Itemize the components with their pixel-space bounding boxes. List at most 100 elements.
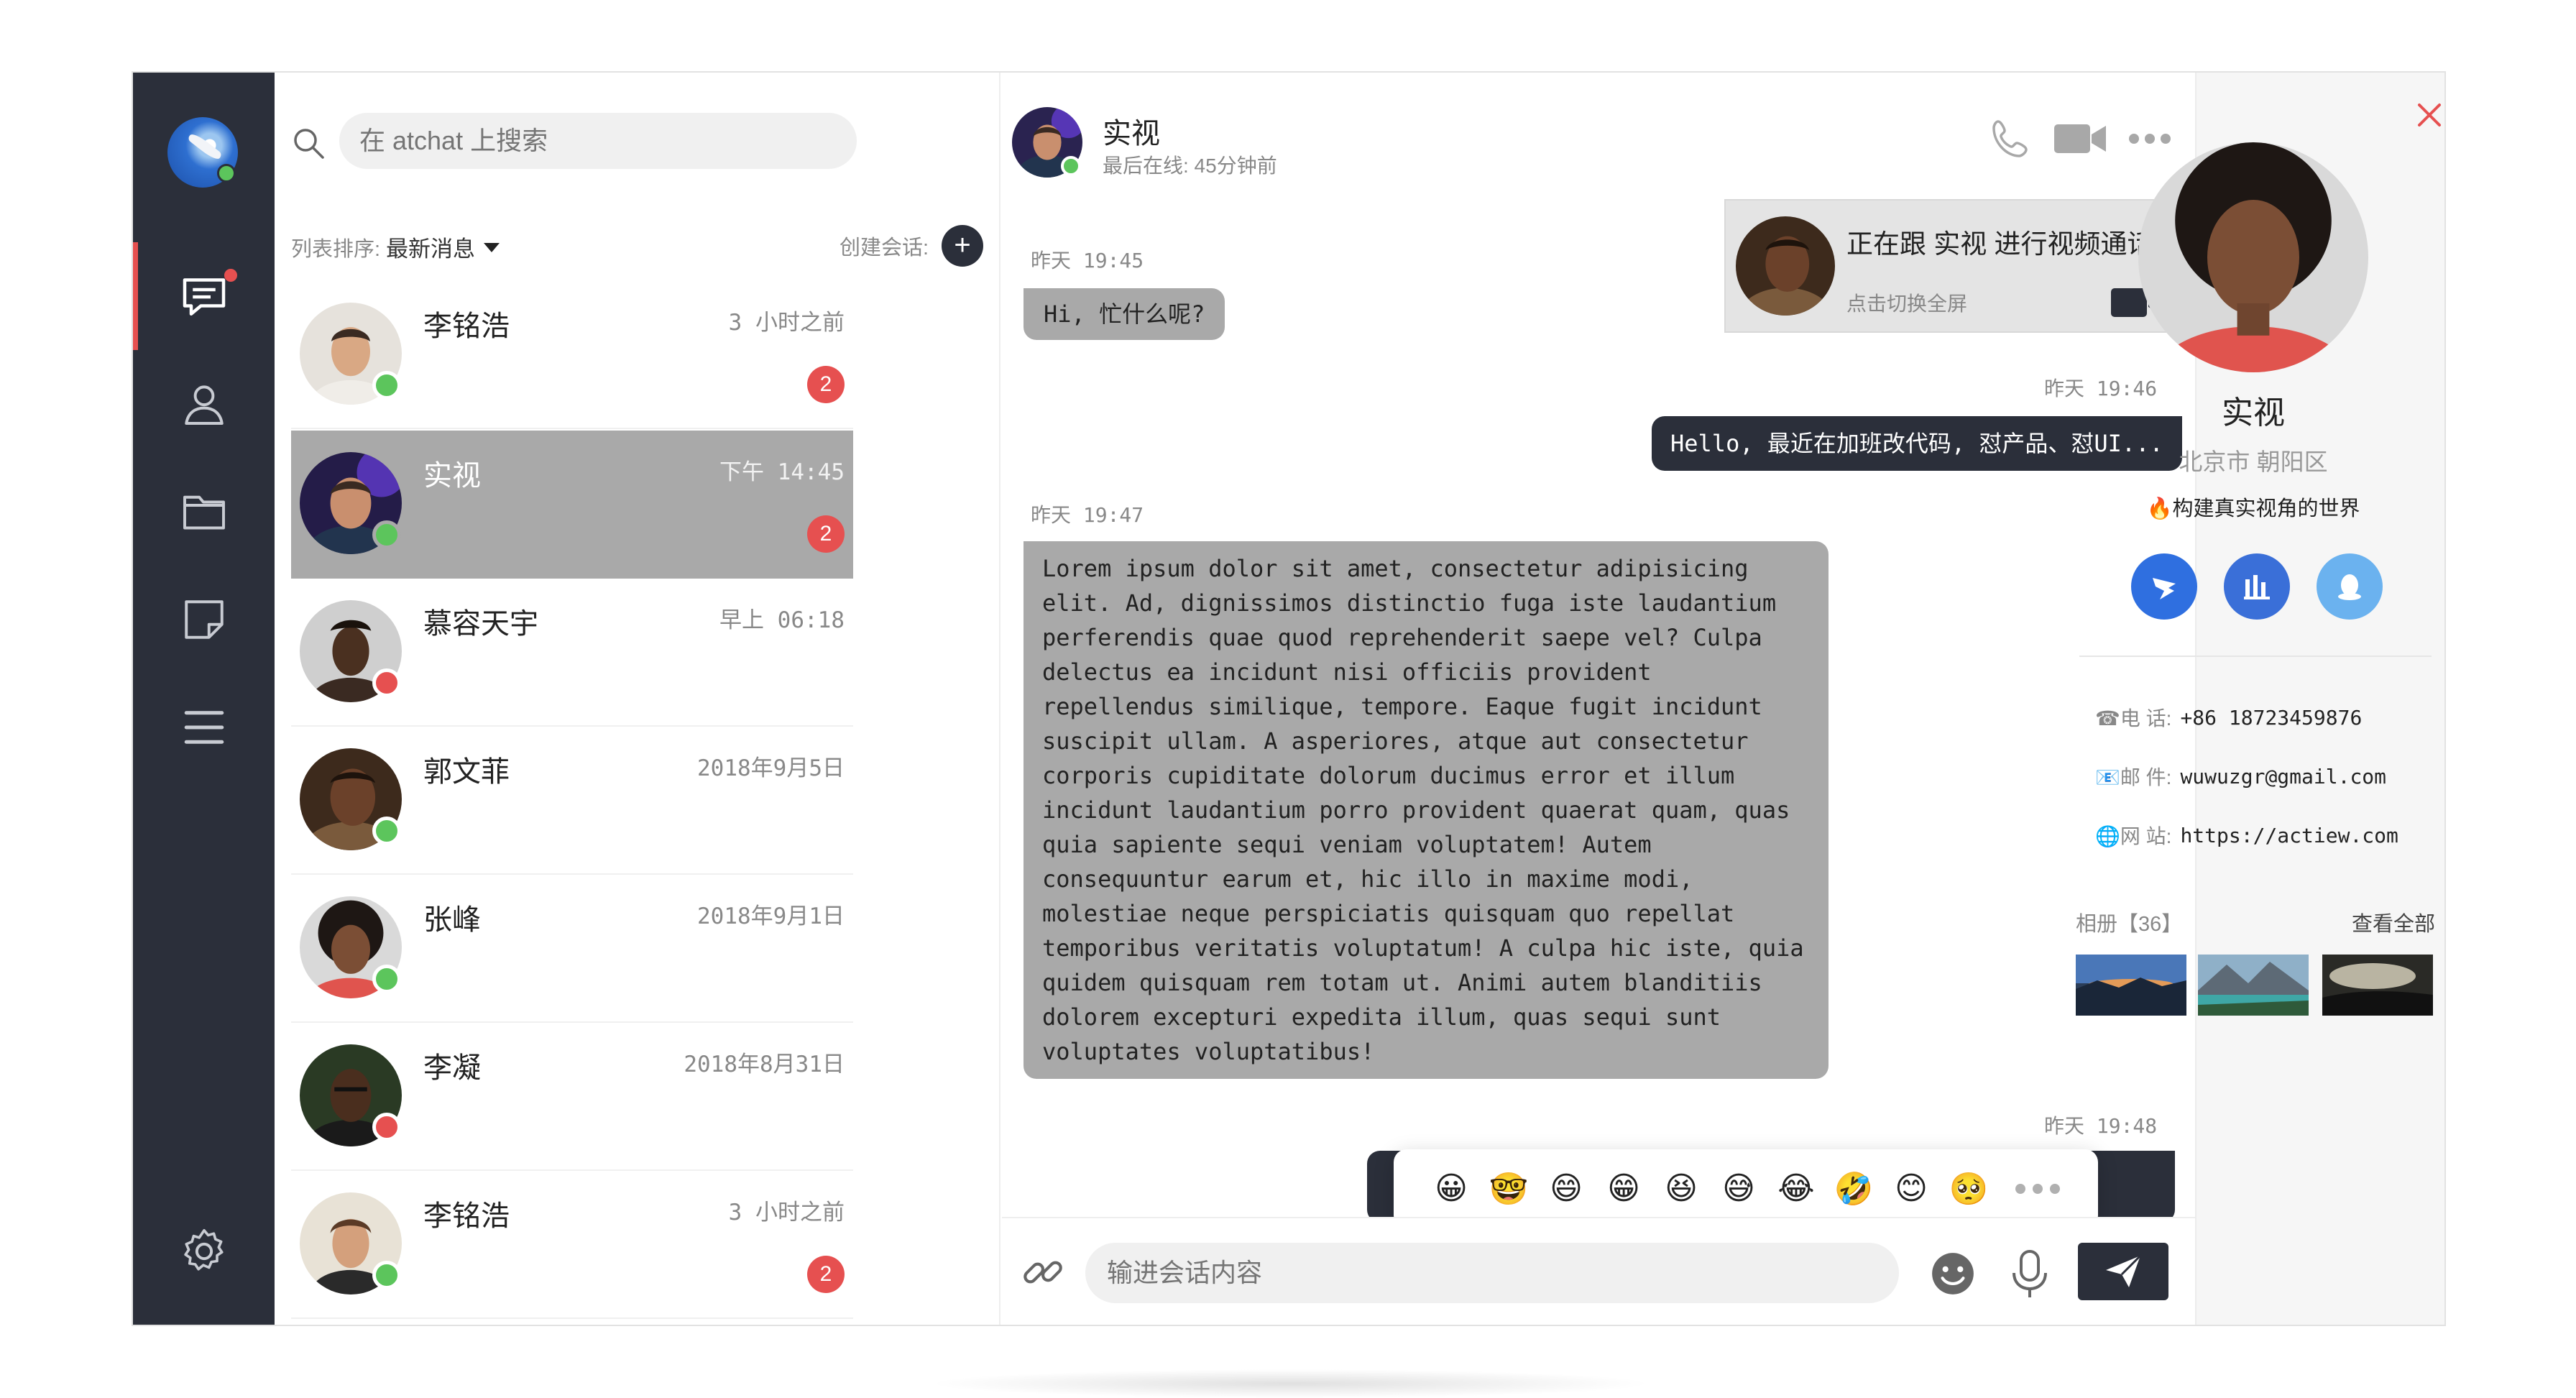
search-input[interactable]	[339, 113, 857, 169]
profile-website[interactable]: https://actiew.com	[2180, 824, 2398, 847]
profile-phone-row: ☎电 话: +86 18723459876	[2095, 703, 2362, 732]
social-link-qq[interactable]	[2317, 553, 2383, 620]
more-emoji-icon[interactable]	[2012, 1184, 2064, 1194]
emoji-option[interactable]: 😅	[1710, 1170, 1767, 1208]
nav-contacts[interactable]	[133, 350, 275, 458]
emoji-option[interactable]: 😂	[1767, 1170, 1825, 1208]
social-link-stats[interactable]	[2224, 553, 2290, 620]
qq-penguin-icon	[2338, 574, 2361, 600]
conversation-time: 2018年9月5日	[697, 755, 845, 781]
bar-chart-icon	[2244, 575, 2270, 599]
album-photo[interactable]	[2198, 955, 2309, 1016]
contacts-icon	[184, 385, 224, 425]
attachment-link-icon[interactable]	[1019, 1248, 1067, 1296]
profile-motto: 🔥构建真实视角的世界	[2146, 497, 2360, 520]
notes-icon	[184, 600, 224, 639]
conversation-item[interactable]: 慕容天宇 早上 06:18	[291, 579, 853, 727]
emoji-option[interactable]: 😊	[1882, 1170, 1940, 1208]
chat-panel: 实视 最后在线: 45分钟前 正在跟 实视 进行视频通话 点击切换全屏 昨天 1…	[1002, 73, 2195, 1325]
conversation-list-panel: 列表排序: 最新消息 创建会话: + 李铭浩 3 小时之前 2 实视 下午 14:45 2…	[275, 73, 1000, 1325]
emoji-list: 😀 🤓 😄 😁 😆 😅 😂 🤣 😊 🥺	[1422, 1170, 1997, 1208]
caret-down-icon[interactable]	[484, 243, 500, 252]
video-call-subtitle: 点击切换全屏	[1846, 293, 1968, 315]
contact-name: 实视	[423, 460, 481, 492]
nav-chats[interactable]	[133, 242, 275, 350]
profile-name: 实视	[2222, 395, 2285, 431]
contact-name: 李凝	[423, 1052, 481, 1084]
website-label: 🌐网 站:	[2095, 825, 2172, 847]
message-timestamp: 昨天 19:45	[1031, 249, 1144, 272]
contact-name: 郭文菲	[423, 756, 510, 788]
profile-divider	[2079, 656, 2432, 657]
chat-contact-status-online	[1061, 156, 1081, 176]
create-conversation-button[interactable]: +	[942, 225, 983, 267]
message-timestamp: 昨天 19:47	[1031, 503, 1144, 527]
profile-website-row: 🌐网 站: https://actiew.com	[2095, 821, 2398, 850]
album-view-all-link[interactable]: 查看全部	[2352, 907, 2435, 937]
emoji-option[interactable]: 😆	[1652, 1170, 1710, 1208]
unread-badge: 2	[807, 515, 845, 553]
conversation-item[interactable]: 郭文菲 2018年9月5日	[291, 727, 853, 875]
conversation-item[interactable]: 张峰 2018年9月1日	[291, 875, 853, 1023]
nav-notes[interactable]	[133, 566, 275, 673]
create-conversation: 创建会话: +	[840, 225, 983, 267]
message-bubble-incoming[interactable]: Lorem ipsum dolor sit amet, consectetur …	[1024, 541, 1828, 1079]
emoji-option[interactable]: 🤣	[1825, 1170, 1882, 1208]
chat-contact-name: 实视	[1103, 118, 1160, 150]
emoji-option[interactable]: 🥺	[1940, 1170, 1997, 1208]
window-shadow	[927, 1369, 1653, 1398]
status-dot-online	[372, 1261, 401, 1289]
my-status-online	[217, 164, 236, 183]
contact-name: 张峰	[423, 904, 481, 936]
create-label: 创建会话:	[839, 236, 929, 259]
gear-icon	[183, 1228, 224, 1271]
conversation-time: 3 小时之前	[728, 1200, 845, 1225]
profile-phone[interactable]: +86 18723459876	[2180, 706, 2362, 730]
phone-label: ☎电 话:	[2095, 707, 2172, 730]
nav-settings[interactable]	[133, 1197, 275, 1305]
nav-menu[interactable]	[133, 673, 275, 781]
conversation-item[interactable]: 实视 下午 14:45 2	[291, 431, 853, 579]
emoji-smile-icon[interactable]	[1929, 1250, 1977, 1297]
video-camera-icon[interactable]	[2053, 120, 2107, 157]
conversation-item[interactable]: 李铭浩 3 小时之前 2	[291, 1171, 853, 1319]
dingtalk-icon	[2153, 578, 2176, 599]
social-link-dingtalk[interactable]	[2131, 553, 2197, 620]
status-dot-online	[372, 965, 401, 993]
message-bubble-outgoing[interactable]: Hello, 最近在加班改代码, 怼产品、怼UI...	[1652, 416, 2182, 471]
microphone-icon[interactable]	[2008, 1248, 2051, 1300]
email-label: 📧邮 件:	[2095, 766, 2172, 788]
profile-email[interactable]: wuwuzgr@gmail.com	[2180, 765, 2386, 788]
conversation-item[interactable]: 李凝 2018年8月31日	[291, 1023, 853, 1171]
emoji-option[interactable]: 😁	[1595, 1170, 1652, 1208]
status-dot-busy	[372, 1113, 401, 1141]
conversation-time: 2018年9月1日	[697, 903, 845, 929]
status-dot-online	[372, 817, 401, 845]
send-icon	[2106, 1254, 2142, 1287]
phone-icon[interactable]	[1988, 116, 2034, 162]
status-dot-busy	[372, 668, 401, 697]
chat-header-actions	[1969, 116, 2174, 162]
album-label: 相册【36】	[2076, 913, 2183, 936]
message-input[interactable]	[1085, 1243, 1899, 1303]
more-options-icon[interactable]	[2126, 134, 2174, 144]
album-photo[interactable]	[2076, 955, 2186, 1016]
message-bubble-incoming[interactable]: Hi, 忙什么呢?	[1024, 288, 1225, 340]
video-call-card[interactable]: 正在跟 实视 进行视频通话 点击切换全屏	[1724, 199, 2179, 333]
sort-value[interactable]: 最新消息	[386, 231, 475, 263]
emoji-option[interactable]: 🤓	[1480, 1170, 1537, 1208]
nav-chats-badge	[224, 269, 237, 282]
profile-avatar[interactable]	[2138, 142, 2368, 372]
album-photo[interactable]	[2322, 955, 2433, 1016]
conversation-time: 3 小时之前	[728, 310, 845, 336]
send-button[interactable]	[2078, 1243, 2168, 1300]
profile-social-links	[2131, 553, 2383, 620]
conversation-item[interactable]: 李铭浩 3 小时之前 2	[291, 281, 853, 429]
video-call-avatar	[1736, 216, 1835, 316]
emoji-option[interactable]: 😄	[1537, 1170, 1595, 1208]
sort-control[interactable]: 列表排序: 最新消息	[291, 231, 500, 263]
search-icon[interactable]	[291, 126, 326, 160]
emoji-option[interactable]: 😀	[1422, 1170, 1480, 1208]
close-icon[interactable]	[2415, 101, 2444, 129]
nav-files[interactable]	[133, 458, 275, 566]
